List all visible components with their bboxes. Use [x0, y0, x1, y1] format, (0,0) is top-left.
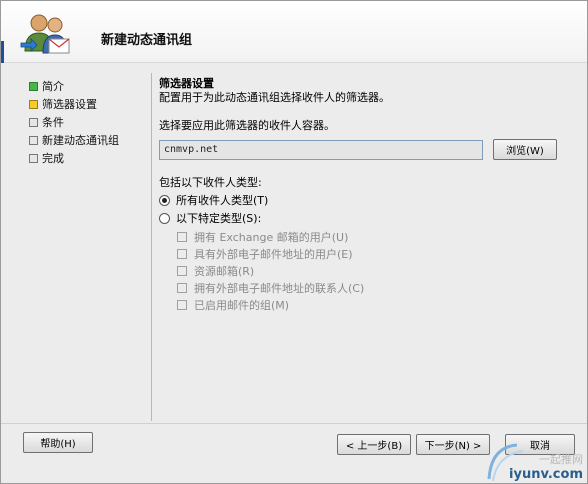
- step-pending-icon: [29, 117, 38, 127]
- specific-types-option[interactable]: 以下特定类型(S):: [159, 210, 579, 226]
- checkbox-disabled: [177, 231, 187, 242]
- type-exchange-mailbox-users: 拥有 Exchange 邮箱的用户(U): [177, 228, 579, 245]
- nav-step-new-group[interactable]: 新建动态通讯组: [29, 131, 119, 149]
- nav-step-label: 筛选器设置: [42, 98, 97, 111]
- section-description: 配置用于为此动态通讯组选择收件人的筛选器。: [159, 91, 390, 104]
- wizard-header: 新建动态通讯组: [1, 1, 587, 63]
- nav-step-complete[interactable]: 完成: [29, 149, 119, 167]
- wizard-steps-nav: 简介 筛选器设置 条件 新建动态通讯组 完成: [29, 77, 119, 167]
- type-mail-contacts: 拥有外部电子邮件地址的联系人(C): [177, 279, 579, 296]
- type-mail-users: 具有外部电子邮件地址的用户(E): [177, 245, 579, 262]
- nav-step-label: 新建动态通讯组: [42, 134, 119, 147]
- step-pending-icon: [29, 135, 38, 145]
- type-mail-enabled-groups: 已启用邮件的组(M): [177, 296, 579, 313]
- step-complete-icon: [29, 81, 38, 91]
- footer-divider: [1, 423, 587, 424]
- checkbox-disabled: [177, 299, 187, 310]
- checkbox-disabled: [177, 265, 187, 276]
- distribution-group-icon: [20, 14, 70, 54]
- filter-settings-panel: 筛选器设置 配置用于为此动态通讯组选择收件人的筛选器。 选择要应用此筛选器的收件…: [159, 75, 579, 313]
- nav-step-label: 简介: [42, 80, 64, 93]
- header-accent: [1, 41, 4, 63]
- nav-step-filter-settings[interactable]: 筛选器设置: [29, 95, 119, 113]
- specific-types-list: 拥有 Exchange 邮箱的用户(U) 具有外部电子邮件地址的用户(E) 资源…: [177, 228, 579, 313]
- wizard-title: 新建动态通讯组: [101, 33, 193, 48]
- watermark-bottom-text: iyunv.com: [509, 467, 583, 482]
- checkbox-disabled: [177, 248, 187, 259]
- cancel-button[interactable]: 取消: [505, 434, 575, 455]
- type-resource-mailboxes: 资源邮箱(R): [177, 262, 579, 279]
- include-types-label: 包括以下收件人类型:: [159, 176, 262, 189]
- browse-button[interactable]: 浏览(W): [493, 139, 557, 160]
- step-pending-icon: [29, 153, 38, 163]
- radio-label: 以下特定类型(S):: [176, 212, 262, 225]
- radio-unselected-icon[interactable]: [159, 212, 170, 224]
- back-button[interactable]: < 上一步(B): [337, 434, 411, 455]
- checkbox-label: 具有外部电子邮件地址的用户(E): [194, 247, 353, 261]
- section-title: 筛选器设置: [159, 77, 214, 90]
- checkbox-label: 拥有外部电子邮件地址的联系人(C): [194, 281, 365, 295]
- next-button[interactable]: 下一步(N) >: [416, 434, 490, 455]
- nav-step-label: 条件: [42, 116, 64, 129]
- checkbox-label: 拥有 Exchange 邮箱的用户(U): [194, 230, 349, 244]
- all-recipient-types-option[interactable]: 所有收件人类型(T): [159, 192, 579, 208]
- step-current-icon: [29, 99, 38, 109]
- nav-divider: [151, 73, 152, 421]
- help-button[interactable]: 帮助(H): [23, 432, 93, 453]
- checkbox-disabled: [177, 282, 187, 293]
- nav-step-conditions[interactable]: 条件: [29, 113, 119, 131]
- checkbox-label: 已启用邮件的组(M): [194, 298, 290, 312]
- radio-label: 所有收件人类型(T): [176, 194, 269, 207]
- nav-step-intro[interactable]: 简介: [29, 77, 119, 95]
- checkbox-label: 资源邮箱(R): [194, 264, 255, 278]
- recipient-container-field[interactable]: cnmvp.net: [159, 139, 483, 160]
- wizard-window: 新建动态通讯组 简介 筛选器设置 条件 新建动态通讯组 完成 筛选器设置 配置用…: [0, 0, 588, 484]
- nav-step-label: 完成: [42, 152, 64, 165]
- radio-selected-icon[interactable]: [159, 194, 170, 206]
- container-prompt: 选择要应用此筛选器的收件人容器。: [159, 119, 335, 132]
